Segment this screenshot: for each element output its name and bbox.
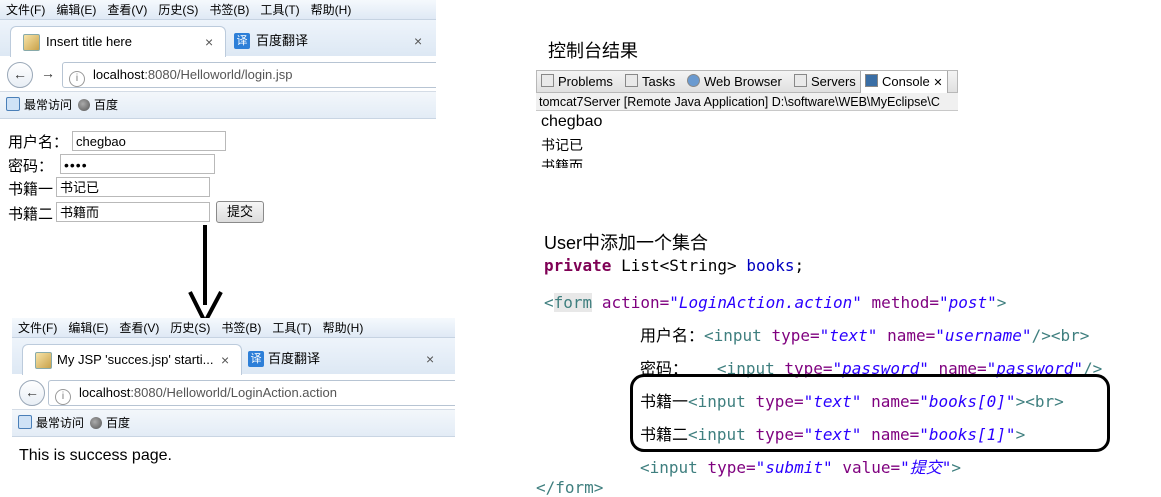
tab-web-browser[interactable]: Web Browser (687, 71, 782, 93)
menu-bookmarks[interactable]: 书签(B) (215, 318, 266, 337)
menu-history[interactable]: 历史(S) (152, 0, 203, 19)
console-line: 书籍而 (541, 158, 583, 168)
tab-close-icon[interactable]: × (414, 26, 422, 56)
submit-input-line: <input type="submit" value="提交"> (640, 458, 962, 477)
submit-button[interactable]: 提交 (216, 201, 264, 223)
console-tab-bar: Problems Tasks Web Browser Servers Conso… (536, 70, 958, 93)
tab-baidu-translate[interactable]: 译 百度翻译 × (230, 26, 430, 56)
servers-icon (794, 74, 807, 87)
url-input[interactable]: i localhost:8080/Helloworld/LoginAction.a… (48, 380, 455, 406)
tab-tasks[interactable]: Tasks (625, 71, 675, 93)
password-input[interactable]: •••• (60, 154, 215, 174)
forward-arrow-icon[interactable]: → (36, 62, 60, 86)
tab-strip: My JSP 'succes.jsp' starti... × 译 百度翻译 × (12, 338, 455, 375)
field-declaration: private List<String> books; (544, 256, 805, 275)
globe-icon (78, 99, 91, 111)
menu-bar: 文件(F) 编辑(E) 查看(V) 历史(S) 书签(B) 工具(T) 帮助(H) (12, 318, 455, 338)
menu-edit[interactable]: 编辑(E) (50, 0, 101, 19)
bookmark-baidu[interactable]: 百度 (94, 98, 118, 112)
book1-label: 书籍一 (8, 181, 54, 198)
browser-window-login: 文件(F) 编辑(E) 查看(V) 历史(S) 书签(B) 工具(T) 帮助(H) Inse… (0, 0, 436, 232)
address-bar: ← → i localhost:8080/Helloworld/login.jsp (0, 57, 436, 92)
password-label: 密码： (8, 158, 54, 175)
book2-input[interactable]: 书籍而 (56, 202, 210, 222)
page-favicon-icon (35, 352, 52, 369)
translate-favicon-icon: 译 (248, 351, 264, 367)
book1-input[interactable]: 书记已 (56, 177, 210, 197)
code-note: User中添加一个集合 (544, 233, 709, 253)
globe-icon (687, 74, 700, 87)
menu-view[interactable]: 查看(V) (113, 318, 164, 337)
back-arrow-icon[interactable]: ← (7, 62, 33, 88)
info-icon[interactable]: i (55, 389, 71, 405)
menu-file[interactable]: 文件(F) (0, 0, 50, 19)
tab-close-icon[interactable]: × (426, 344, 434, 374)
menu-edit[interactable]: 编辑(E) (62, 318, 113, 337)
tab-label: Insert title here (46, 34, 132, 49)
console-icon (865, 74, 878, 87)
tab-servers[interactable]: Servers (794, 71, 856, 93)
console-heading: 控制台结果 (548, 41, 638, 61)
close-icon[interactable]: ✕ (933, 77, 942, 89)
menu-help[interactable]: 帮助(H) (305, 0, 357, 19)
tab-label: 百度翻译 (256, 33, 309, 48)
globe-icon (90, 417, 103, 429)
menu-bookmarks[interactable]: 书签(B) (203, 0, 254, 19)
highlight-box (630, 374, 1110, 452)
tasks-icon (625, 74, 638, 87)
most-visited-icon (18, 415, 32, 429)
info-icon[interactable]: i (69, 71, 85, 87)
problems-icon (541, 74, 554, 87)
tab-label: My JSP 'succes.jsp' starti... (57, 352, 214, 367)
book2-label: 书籍二 (8, 206, 54, 223)
bookmarks-bar: 最常访问 百度 (12, 410, 455, 437)
menu-view[interactable]: 查看(V) (101, 0, 152, 19)
username-label: 用户名： (8, 134, 69, 151)
username-input[interactable]: chegbao (72, 131, 226, 151)
translate-favicon-icon: 译 (234, 33, 250, 49)
tab-console[interactable]: Console ✕ (860, 71, 948, 93)
page-favicon-icon (23, 34, 40, 51)
eclipse-console-panel: Problems Tasks Web Browser Servers Conso… (536, 70, 958, 168)
browser-window-success: 文件(F) 编辑(E) 查看(V) 历史(S) 书签(B) 工具(T) 帮助(H) My J… (12, 318, 455, 438)
tab-label: 百度翻译 (268, 351, 321, 366)
menu-bar: 文件(F) 编辑(E) 查看(V) 历史(S) 书签(B) 工具(T) 帮助(H) (0, 0, 436, 20)
bookmark-baidu[interactable]: 百度 (106, 416, 130, 430)
username-input-line: 用户名：<input type="text" name="username"/>… (640, 326, 1090, 345)
back-arrow-icon[interactable]: ← (19, 380, 45, 406)
most-visited-icon (6, 97, 20, 111)
console-line: chegbao (541, 113, 603, 130)
menu-history[interactable]: 历史(S) (164, 318, 215, 337)
bookmark-most-visited[interactable]: 最常访问 (24, 98, 72, 112)
tab-close-icon[interactable]: × (205, 27, 213, 57)
menu-tools[interactable]: 工具(T) (266, 318, 316, 337)
bookmarks-bar: 最常访问 百度 (0, 92, 436, 119)
tab-insert-title[interactable]: Insert title here × (10, 26, 226, 57)
menu-help[interactable]: 帮助(H) (317, 318, 369, 337)
address-bar: ← i localhost:8080/Helloworld/LoginAction… (12, 375, 455, 410)
bookmark-most-visited[interactable]: 最常访问 (36, 416, 84, 430)
tab-success-jsp[interactable]: My JSP 'succes.jsp' starti... × (22, 344, 242, 375)
menu-tools[interactable]: 工具(T) (254, 0, 304, 19)
success-page-text: This is success page. (19, 447, 172, 464)
tab-strip: Insert title here × 译 百度翻译 × (0, 20, 436, 57)
tab-baidu-translate[interactable]: 译 百度翻译 × (244, 344, 444, 374)
console-line: 书记已 (541, 137, 583, 153)
tab-close-icon[interactable]: × (221, 345, 229, 375)
form-open-line: <form action="LoginAction.action" method… (544, 293, 1007, 312)
form-close-line: </form> (536, 478, 604, 497)
console-process-header: tomcat7Server [Remote Java Application] … (536, 93, 958, 111)
menu-file[interactable]: 文件(F) (12, 318, 62, 337)
tab-problems[interactable]: Problems (541, 71, 613, 93)
url-input[interactable]: i localhost:8080/Helloworld/login.jsp (62, 62, 436, 88)
